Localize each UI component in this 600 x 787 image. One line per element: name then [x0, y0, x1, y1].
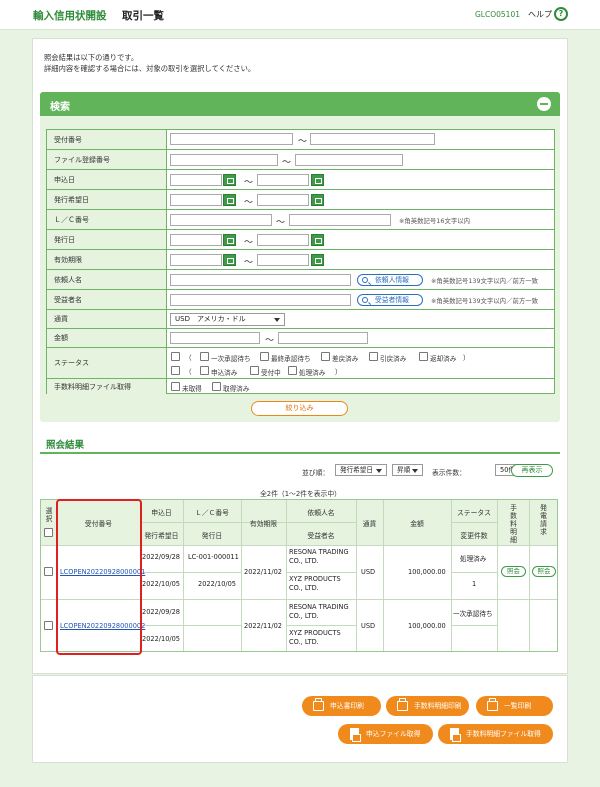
top-bar: 輸入信用状開設 取引一覧 GLCO05101 ヘルプ ? [0, 0, 600, 30]
page-title: 輸入信用状開設 [33, 10, 107, 22]
status-checkbox[interactable] [369, 352, 378, 361]
row-apply-date: 申込日 ～ [47, 169, 554, 189]
search-icon [362, 277, 368, 283]
help-link[interactable]: ヘルプ [528, 9, 552, 20]
row-receipt-no: 受付番号 ～ [47, 130, 554, 149]
calendar-icon[interactable] [311, 174, 324, 186]
row-currency: 通貨 USD アメリカ・ドル [47, 309, 554, 328]
expiry-to-input[interactable] [257, 254, 309, 266]
download-icon [450, 728, 461, 742]
amount-from-input[interactable] [170, 332, 260, 344]
intro-text: 照会結果は以下の通りです。 詳細内容を確認する場合には、対象の取引を選択してくだ… [44, 53, 256, 73]
apply-date-to-input[interactable] [257, 174, 309, 186]
file-reg-from-input[interactable] [170, 154, 278, 166]
apply-date-from-input[interactable] [170, 174, 222, 186]
notice-view-button[interactable]: 照会 [532, 566, 556, 577]
calendar-icon[interactable] [311, 234, 324, 246]
lc-no-to-input[interactable] [289, 214, 391, 226]
lc-no-from-input[interactable] [170, 214, 272, 226]
issue-req-from-input[interactable] [170, 194, 222, 206]
fee-acquired-checkbox[interactable] [212, 382, 221, 391]
applicant-info-button[interactable]: 依頼人情報 [357, 274, 423, 286]
print-fee-button[interactable]: 手数料明細印刷 [386, 696, 469, 716]
printer-icon [487, 698, 498, 711]
beneficiary-input[interactable] [170, 294, 351, 306]
row-applicant: 依頼人名 依頼人情報 ※角英数記号139文字以内／前方一致 [47, 269, 554, 289]
row-beneficiary: 受益者名 受益者情報 ※角英数記号139文字以内／前方一致 [47, 289, 554, 309]
amount-to-input[interactable] [278, 332, 368, 344]
calendar-icon[interactable] [223, 194, 236, 206]
search-icon [362, 297, 368, 303]
row-amount: 金額 ～ [47, 328, 554, 347]
collapse-icon[interactable] [537, 97, 551, 111]
search-form: 受付番号 ～ ファイル登録番号 ～ 申込日 ～ 発行希望日 ～ Ｌ／Ｃ番号 ～ … [46, 129, 555, 394]
receipt-no-from-input[interactable] [170, 133, 293, 145]
search-title: 検索 [50, 102, 70, 113]
print-application-button[interactable]: 申込書印刷 [302, 696, 381, 716]
get-application-file-button[interactable]: 申込ファイル取得 [338, 724, 433, 744]
order-select[interactable]: 昇順 [392, 464, 423, 476]
beneficiary-info-button[interactable]: 受益者情報 [357, 294, 423, 306]
status-checkbox[interactable] [288, 366, 297, 375]
search-header[interactable]: 検索 [40, 92, 560, 116]
status-checkbox[interactable] [200, 352, 209, 361]
results-title: 照会結果 [46, 440, 85, 451]
select-all-checkbox[interactable] [44, 528, 53, 537]
redisplay-button[interactable]: 再表示 [511, 464, 553, 477]
row-expiry: 有効期限 ～ [47, 249, 554, 269]
status-all-checkbox[interactable] [171, 352, 180, 361]
printer-icon [313, 698, 324, 711]
printer-icon [397, 698, 408, 711]
highlight-box [56, 499, 142, 655]
calendar-icon[interactable] [223, 234, 236, 246]
row-file-reg-no: ファイル登録番号 ～ [47, 149, 554, 169]
calendar-icon[interactable] [223, 254, 236, 266]
issue-date-to-input[interactable] [257, 234, 309, 246]
sort-select[interactable]: 発行希望日 [335, 464, 387, 476]
receipt-no-to-input[interactable] [310, 133, 435, 145]
calendar-icon[interactable] [223, 174, 236, 186]
row-checkbox[interactable] [44, 567, 53, 576]
expiry-from-input[interactable] [170, 254, 222, 266]
fee-view-button[interactable]: 照会 [501, 566, 526, 577]
get-fee-file-button[interactable]: 手数料明細ファイル取得 [438, 724, 553, 744]
applicant-input[interactable] [170, 274, 351, 286]
status-checkbox[interactable] [260, 352, 269, 361]
help-icon[interactable]: ? [554, 7, 568, 21]
result-count: 全2件（1～2件を表示中） [260, 490, 341, 498]
status-checkbox[interactable] [419, 352, 428, 361]
download-icon [350, 728, 361, 742]
file-reg-to-input[interactable] [295, 154, 403, 166]
page-subtitle: 取引一覧 [122, 10, 164, 22]
print-list-button[interactable]: 一覧印刷 [476, 696, 553, 716]
status-checkbox[interactable] [321, 352, 330, 361]
issue-req-to-input[interactable] [257, 194, 309, 206]
currency-select[interactable]: USD アメリカ・ドル [170, 313, 285, 326]
row-issue-req-date: 発行希望日 ～ [47, 189, 554, 209]
fee-unacquired-checkbox[interactable] [171, 382, 180, 391]
status-checkbox[interactable] [200, 366, 209, 375]
row-issue-date: 発行日 ～ [47, 229, 554, 249]
status-checkbox[interactable] [250, 366, 259, 375]
footer-panel [32, 675, 568, 763]
row-lc-no: Ｌ／Ｃ番号 ～ ※角英数記号16文字以内 [47, 209, 554, 229]
issue-date-from-input[interactable] [170, 234, 222, 246]
row-checkbox[interactable] [44, 621, 53, 630]
calendar-icon[interactable] [311, 254, 324, 266]
results-divider [40, 452, 560, 454]
screen-id: GLCO05101 [475, 10, 520, 19]
status-all-checkbox[interactable] [171, 366, 180, 375]
filter-button[interactable]: 絞り込み [251, 401, 348, 416]
row-status: ステータス （ 一次承認待ち 最終承認待ち 差戻済み 引戻済み 返却済み ） （… [47, 347, 554, 378]
row-fee-file: 手数料明細ファイル取得 未取得 取得済み [47, 378, 554, 394]
calendar-icon[interactable] [311, 194, 324, 206]
